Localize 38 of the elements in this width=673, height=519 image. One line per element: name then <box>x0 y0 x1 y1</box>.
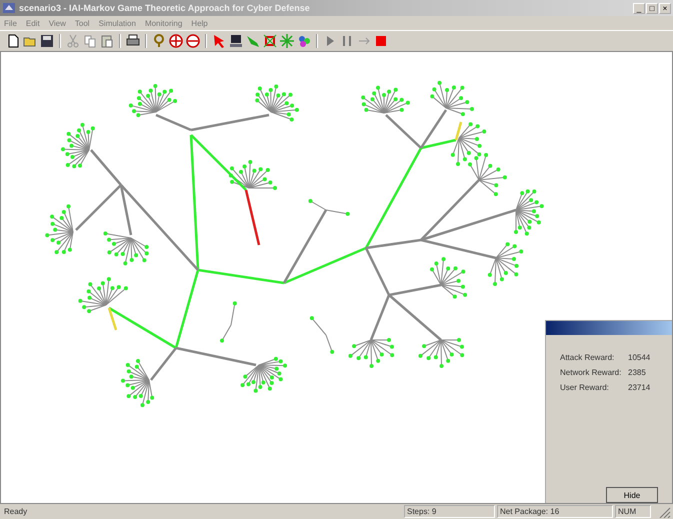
menu-item[interactable]: Help <box>191 18 208 28</box>
pause-icon[interactable] <box>340 34 354 48</box>
reward-value: 10544 <box>628 353 650 362</box>
maximize-button[interactable]: □ <box>646 2 658 14</box>
print-icon[interactable] <box>126 34 140 48</box>
reward-value: 23714 <box>628 383 650 392</box>
close-button[interactable]: × <box>659 2 671 14</box>
star-icon[interactable] <box>280 34 294 48</box>
menu-item[interactable]: Tool <box>74 18 90 28</box>
node-icon[interactable] <box>263 34 277 48</box>
status-message: Ready <box>3 506 28 518</box>
menu-item[interactable]: Monitoring <box>144 18 182 28</box>
cut-icon[interactable] <box>66 34 80 48</box>
reward-label: Attack Reward: <box>560 353 616 362</box>
cluster-icon[interactable] <box>297 34 311 48</box>
resize-grip-icon[interactable] <box>659 507 671 518</box>
new-icon[interactable] <box>6 34 20 48</box>
reward-value: 2385 <box>628 368 646 377</box>
steps-status: Steps: 9 <box>404 505 495 518</box>
remove-icon[interactable] <box>186 34 200 48</box>
app-icon <box>2 2 16 14</box>
save-icon[interactable] <box>40 34 54 48</box>
computer-icon[interactable] <box>229 34 243 48</box>
paste-icon[interactable] <box>100 34 114 48</box>
reward-label: Network Reward: <box>560 368 622 377</box>
net-package-status: Net Package: 16 <box>497 505 613 518</box>
menu-item[interactable]: File <box>4 18 17 28</box>
copy-icon[interactable] <box>83 34 97 48</box>
reward-label: User Reward: <box>560 383 610 392</box>
minimize-button[interactable]: _ <box>633 2 645 14</box>
add-icon[interactable] <box>169 34 183 48</box>
stop-icon[interactable] <box>374 34 388 48</box>
num-lock-status: NUM <box>615 505 651 518</box>
hide-button[interactable]: Hide <box>606 487 658 503</box>
window-title: scenario3 - IAI-Markov Game Theoretic Approach for Cyber Defense <box>19 3 311 13</box>
menu-item[interactable]: Simulation <box>98 18 136 28</box>
menu-item[interactable]: View <box>48 18 66 28</box>
menu-item[interactable]: Edit <box>26 18 40 28</box>
